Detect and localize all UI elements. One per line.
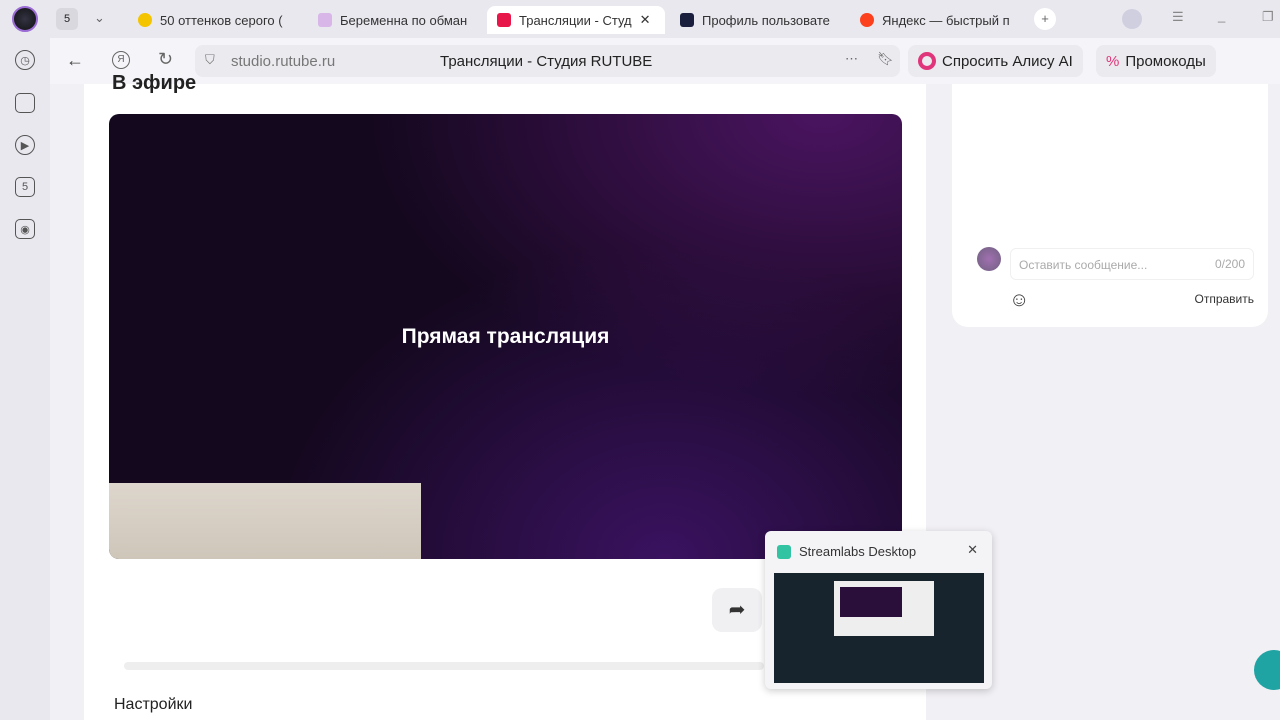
user-avatar	[977, 247, 1001, 271]
taskbar-preview[interactable]: Streamlabs Desktop ✕	[765, 531, 992, 689]
tab-title: Беременна по обман	[340, 12, 468, 28]
tab-favicon	[497, 13, 511, 27]
video-icon[interactable]: ▶	[15, 135, 35, 155]
tab-title: Профиль пользовате	[702, 12, 830, 28]
minimize-icon[interactable]: _	[1218, 8, 1225, 23]
tab-favicon	[860, 13, 874, 27]
close-preview-icon[interactable]: ✕	[967, 542, 978, 558]
tab-title: Яндекс — быстрый п	[882, 12, 1010, 28]
tab-bar: 5 ⌄ 50 оттенков серого ( Беременна по об…	[0, 0, 1280, 38]
counter-icon[interactable]: 5	[15, 177, 35, 197]
screenshot-icon[interactable]: ◉	[15, 219, 35, 239]
tab-1[interactable]: 50 оттенков серого (	[128, 6, 300, 34]
live-player[interactable]: Прямая трансляция	[109, 114, 902, 559]
tab-counter[interactable]: 5	[56, 8, 78, 30]
promo-button[interactable]: % Промокоды	[1096, 45, 1216, 77]
url-text: studio.rutube.ru	[231, 53, 336, 70]
promo-label: Промокоды	[1125, 52, 1206, 70]
send-button[interactable]: Отправить	[1194, 292, 1254, 306]
alice-label: Спросить Алису AI	[942, 52, 1073, 70]
support-button[interactable]	[1254, 650, 1280, 690]
tab-2[interactable]: Беременна по обман	[308, 6, 480, 34]
streamlabs-icon	[777, 545, 791, 559]
tab-title: 50 оттенков серого (	[160, 12, 283, 28]
tab-favicon	[318, 13, 332, 27]
ask-alice-button[interactable]: Спросить Алису AI	[908, 45, 1083, 77]
url-field[interactable]: ⛉ studio.rutube.ru Трансляции - Студия R…	[195, 45, 900, 77]
collections-icon[interactable]	[15, 93, 35, 113]
tabs-dropdown-icon[interactable]: ⌄	[94, 10, 105, 26]
tab-3[interactable]: Трансляции - Студ ✕	[487, 6, 665, 34]
browser-logo-icon[interactable]	[12, 6, 38, 32]
reload-icon[interactable]: ↻	[158, 49, 173, 70]
divider	[124, 662, 764, 670]
percent-icon: %	[1106, 52, 1120, 70]
share-button[interactable]: ➦	[712, 588, 762, 632]
history-icon[interactable]: ◷	[15, 50, 35, 70]
menu-icon[interactable]: ☰	[1172, 9, 1184, 25]
back-icon[interactable]: ←	[66, 50, 84, 71]
maximize-icon[interactable]: ❐	[1262, 9, 1274, 25]
tab-4[interactable]: Профиль пользовате	[670, 6, 842, 34]
tab-5[interactable]: Яндекс — быстрый п	[850, 6, 1022, 34]
tab-favicon	[680, 13, 694, 27]
shield-icon: ⛉	[205, 52, 215, 67]
more-icon[interactable]: ⋯	[845, 51, 858, 67]
new-tab-icon[interactable]: +	[1034, 8, 1056, 30]
player-status-text: Прямая трансляция	[401, 324, 610, 348]
section-heading: В эфире	[112, 72, 197, 94]
bottom-heading: Настройки	[114, 696, 193, 713]
preview-title: Streamlabs Desktop	[799, 544, 917, 559]
tab-favicon	[138, 13, 152, 27]
preview-thumbnail	[774, 573, 984, 683]
message-placeholder: Оставить сообщение...	[1019, 258, 1148, 272]
message-input[interactable]: Оставить сообщение... 0/200	[1010, 248, 1254, 280]
bookmark-icon[interactable]: 🔖︎	[877, 51, 894, 67]
webcam-overlay	[109, 483, 421, 559]
char-counter: 0/200	[1214, 257, 1245, 271]
chat-panel: Оставить сообщение... 0/200 ☺ Отправить	[952, 84, 1268, 327]
alice-icon	[918, 52, 936, 70]
browser-sidebar: ◷ ▶ 5 ◉	[0, 38, 50, 720]
emoji-icon[interactable]: ☺	[1009, 289, 1029, 312]
yandex-icon[interactable]: Я	[112, 51, 130, 69]
profile-icon[interactable]	[1122, 9, 1142, 29]
page-title-text: Трансляции - Студия RUTUBE	[440, 53, 653, 70]
tab-title: Трансляции - Студ	[519, 12, 632, 28]
close-tab-icon[interactable]: ✕	[640, 12, 651, 28]
